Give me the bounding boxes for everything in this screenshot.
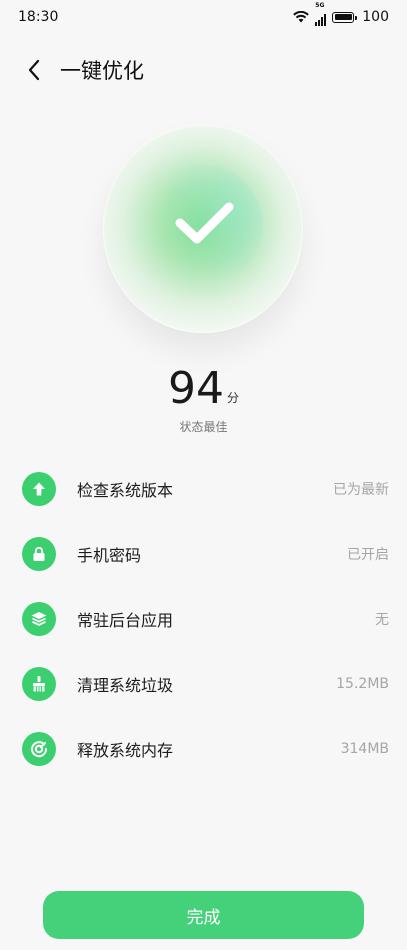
status-bar: 18:30 5G 100: [0, 0, 407, 34]
status-time: 18:30: [18, 9, 59, 25]
score-status: 状态最佳: [179, 420, 228, 434]
screen: 18:30 5G 100 一键优化 94 分 状态最佳 检查系统版本 已为最新 …: [0, 0, 407, 950]
battery-level: 100: [362, 9, 389, 25]
layers-icon: [22, 601, 56, 636]
list-item-value: 已为最新: [333, 481, 389, 498]
optimization-list: 检查系统版本 已为最新 手机密码 已开启 常驻后台应用 无 清理系统垃圾 15.…: [0, 456, 407, 781]
page-title: 一键优化: [60, 59, 144, 83]
list-item-free-memory[interactable]: 释放系统内存 314MB: [0, 716, 407, 781]
lock-icon: [22, 536, 56, 571]
list-item-label: 检查系统版本: [77, 480, 174, 500]
list-item-label: 清理系统垃圾: [77, 675, 174, 695]
list-item-value: 314MB: [340, 740, 389, 757]
chevron-left-icon: [28, 59, 40, 81]
list-item-value: 15.2MB: [336, 675, 389, 692]
broom-icon: [22, 666, 56, 701]
list-item-label: 手机密码: [77, 545, 142, 565]
done-button[interactable]: 完成: [43, 891, 364, 939]
score-unit: 分: [226, 391, 239, 405]
score-value: 94: [167, 363, 224, 414]
result-orb: [103, 125, 303, 333]
list-item-background-apps[interactable]: 常驻后台应用 无: [0, 586, 407, 651]
status-icons: 5G 100: [293, 2, 389, 26]
list-item-phone-password[interactable]: 手机密码 已开启: [0, 521, 407, 586]
battery-icon: [332, 11, 358, 23]
header: 一键优化: [0, 50, 407, 90]
list-item-value: 无: [375, 611, 389, 628]
check-icon: [175, 202, 234, 244]
score: 94 分: [0, 365, 407, 413]
list-item-label: 释放系统内存: [77, 740, 174, 760]
network-badge: 5G: [315, 2, 325, 9]
cellular-signal-icon: 5G: [315, 2, 327, 26]
back-button[interactable]: [14, 50, 54, 90]
list-item-label: 常驻后台应用: [77, 610, 174, 630]
wifi-icon: [293, 11, 310, 23]
memory-gauge-icon: [22, 731, 56, 766]
arrow-up-icon: [22, 471, 56, 506]
list-item-value: 已开启: [347, 546, 389, 563]
list-item-clean-junk[interactable]: 清理系统垃圾 15.2MB: [0, 651, 407, 716]
list-item-system-version[interactable]: 检查系统版本 已为最新: [0, 456, 407, 521]
